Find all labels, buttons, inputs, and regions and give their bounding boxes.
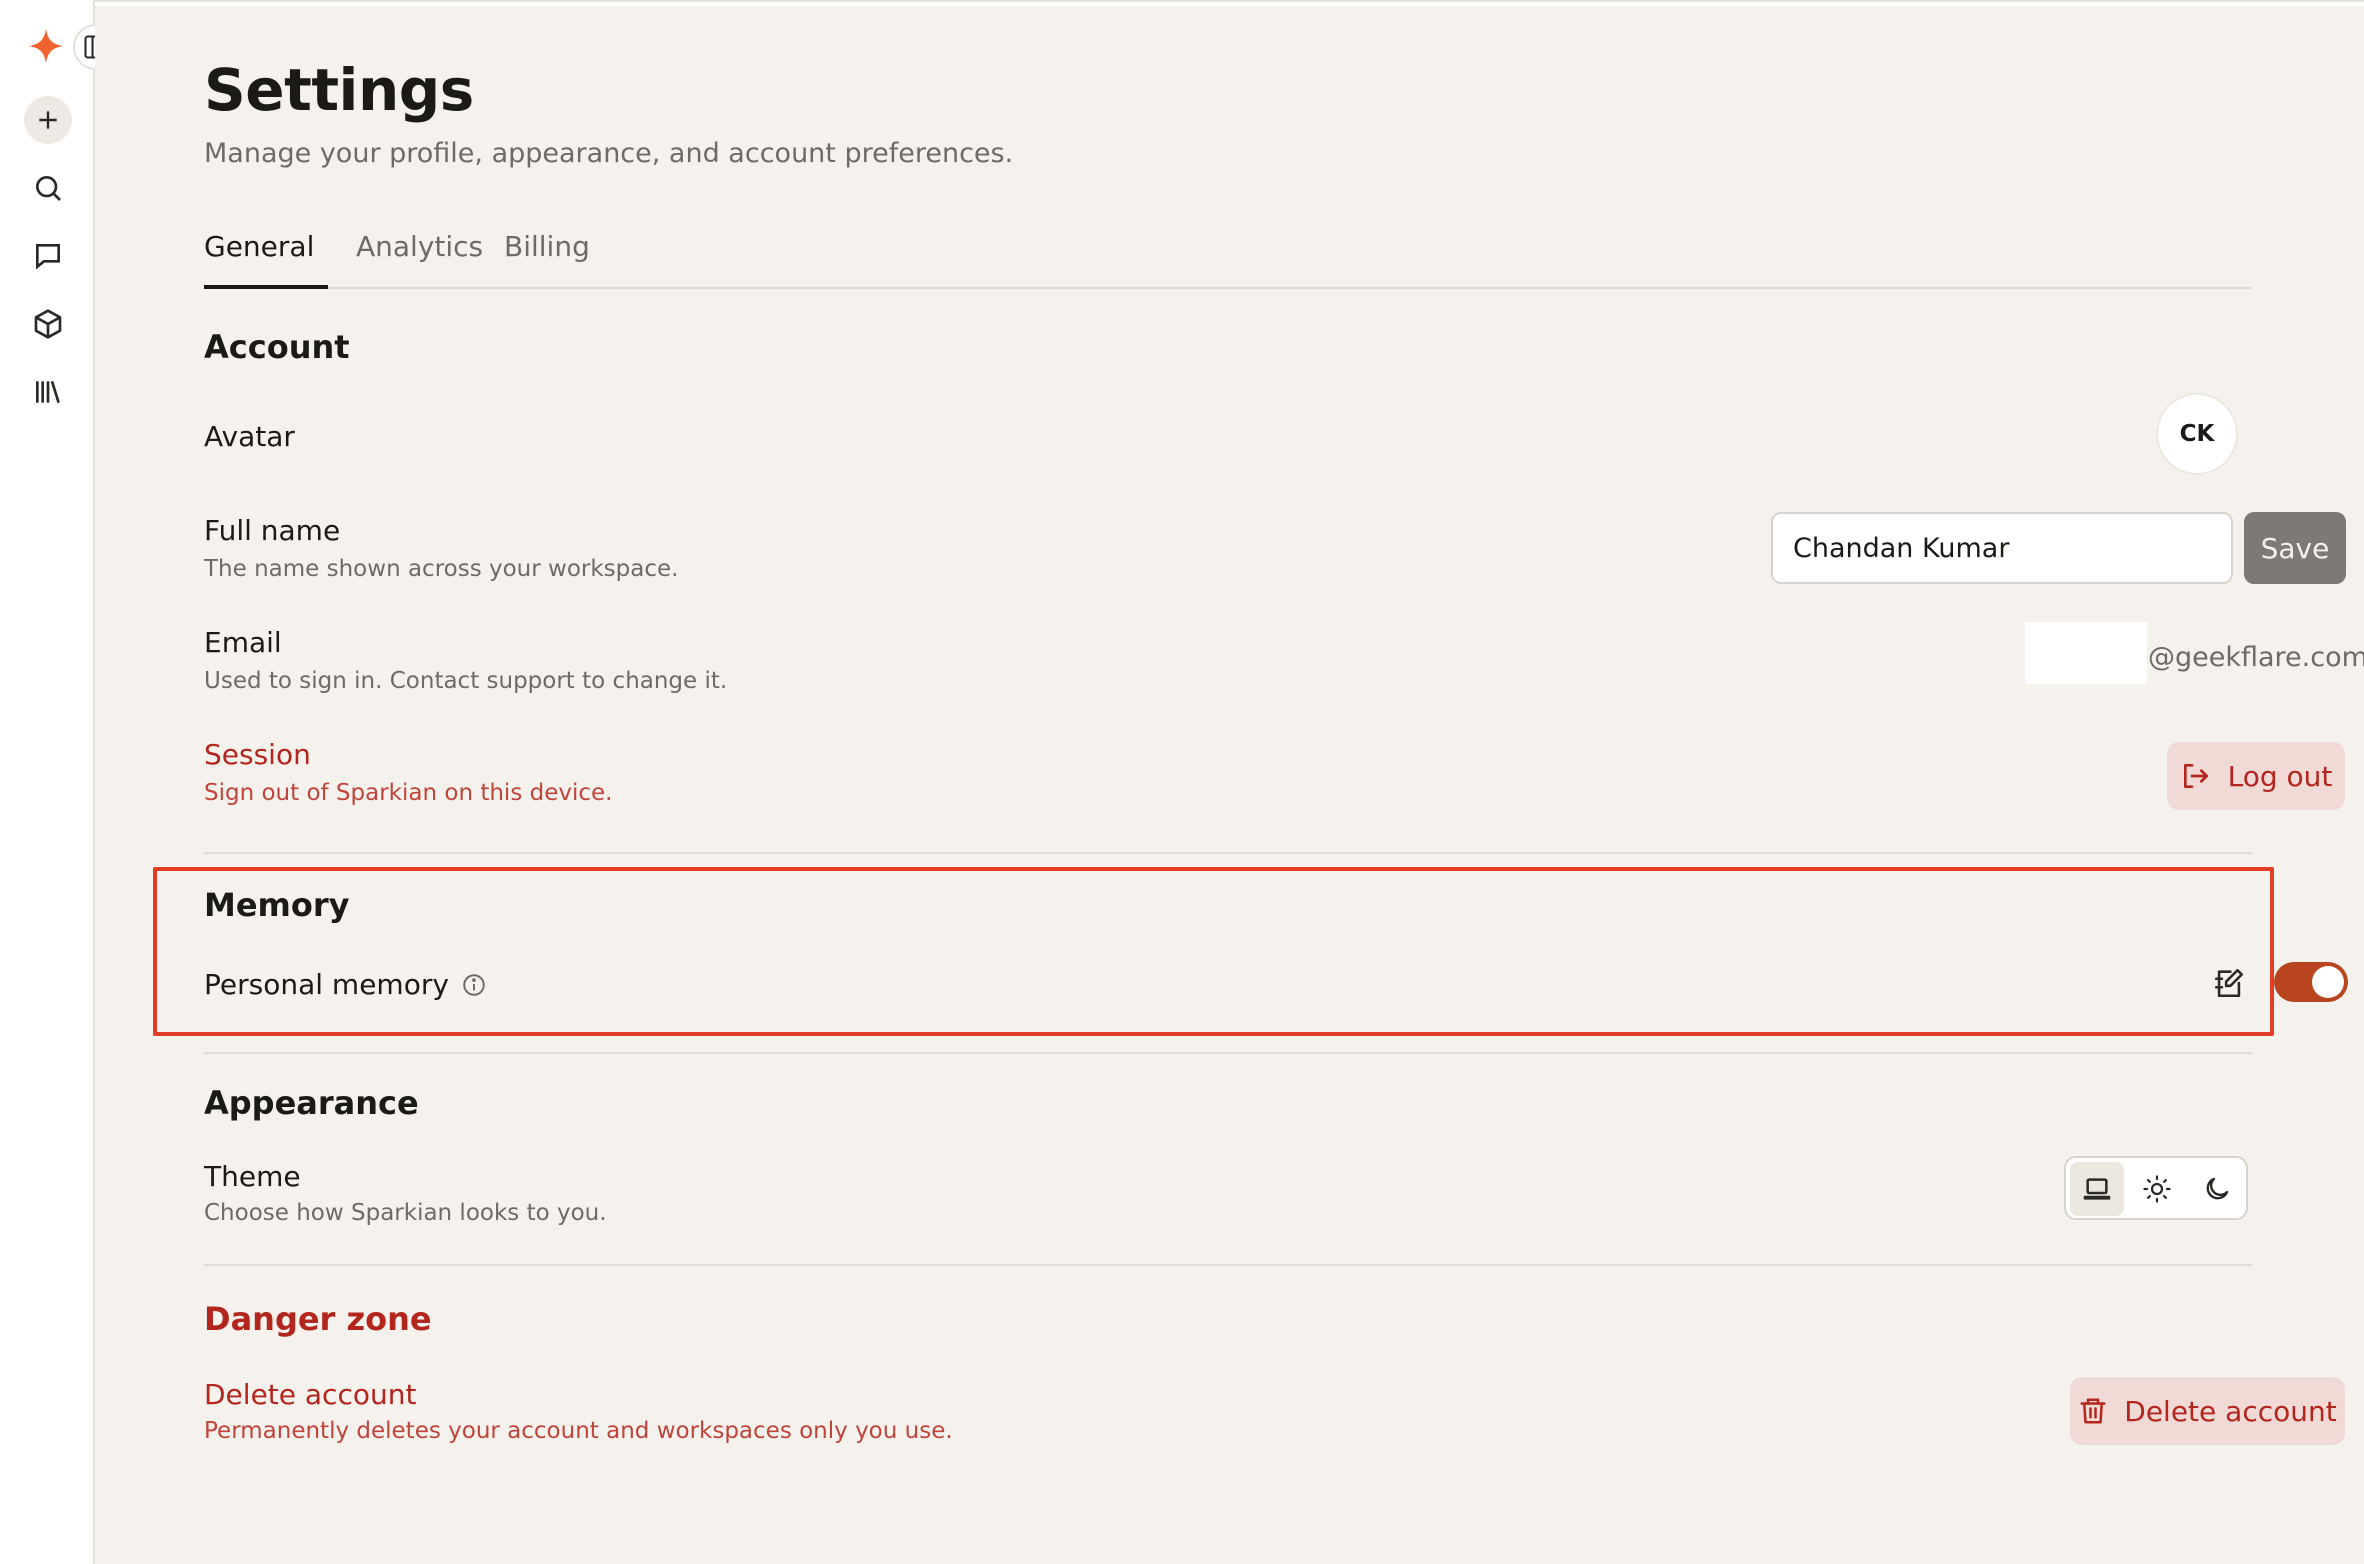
sparkle-logo-icon[interactable] bbox=[26, 26, 66, 66]
log-out-icon bbox=[2183, 764, 2208, 788]
email-description: Used to sign in. Contact support to chan… bbox=[204, 668, 728, 694]
delete-account-button[interactable]: Delete account bbox=[2070, 1377, 2345, 1445]
tab-general[interactable]: General bbox=[204, 230, 314, 263]
projects-icon[interactable] bbox=[28, 304, 68, 344]
email-label: Email bbox=[204, 626, 282, 659]
new-chat-icon[interactable] bbox=[24, 96, 72, 144]
settings-tabs: General Analytics Billing bbox=[204, 216, 2252, 289]
full-name-input[interactable] bbox=[1771, 512, 2233, 584]
theme-description: Choose how Sparkian looks to you. bbox=[204, 1200, 607, 1226]
memory-heading: Memory bbox=[204, 886, 350, 924]
trash-icon bbox=[2080, 1398, 2106, 1424]
page-title: Settings bbox=[204, 56, 474, 124]
theme-light-option[interactable] bbox=[2130, 1162, 2184, 1216]
tab-billing[interactable]: Billing bbox=[504, 230, 590, 263]
sidebar bbox=[0, 0, 119, 1564]
chats-icon[interactable] bbox=[28, 236, 68, 276]
memory-divider bbox=[204, 1052, 2252, 1054]
account-divider bbox=[204, 852, 2252, 854]
info-icon[interactable] bbox=[461, 972, 487, 998]
active-tab-indicator bbox=[204, 285, 328, 289]
delete-account-description: Permanently deletes your account and wor… bbox=[204, 1418, 953, 1444]
save-button[interactable]: Save bbox=[2244, 512, 2346, 584]
theme-selector bbox=[2064, 1156, 2248, 1220]
moon-icon bbox=[2206, 1177, 2229, 1200]
email-value: @geekflare.com bbox=[2148, 642, 2364, 673]
appearance-divider bbox=[204, 1264, 2252, 1266]
theme-dark-option[interactable] bbox=[2190, 1162, 2244, 1216]
avatar-label: Avatar bbox=[204, 420, 295, 453]
toggle-knob bbox=[2312, 966, 2344, 998]
email-redaction bbox=[2025, 622, 2147, 684]
session-label: Session bbox=[204, 738, 311, 771]
page-subtitle: Manage your profile, appearance, and acc… bbox=[204, 138, 1014, 169]
delete-account-label: Delete account bbox=[204, 1378, 417, 1411]
full-name-description: The name shown across your workspace. bbox=[204, 556, 679, 582]
personal-memory-label: Personal memory bbox=[204, 968, 487, 1001]
tab-analytics[interactable]: Analytics bbox=[356, 230, 483, 263]
full-name-label: Full name bbox=[204, 514, 341, 547]
search-icon[interactable] bbox=[28, 168, 68, 208]
log-out-button[interactable]: Log out bbox=[2167, 742, 2345, 810]
account-heading: Account bbox=[204, 328, 350, 366]
session-description: Sign out of Sparkian on this device. bbox=[204, 780, 613, 806]
edit-memory-icon[interactable] bbox=[2210, 964, 2248, 1002]
theme-label: Theme bbox=[204, 1160, 301, 1193]
main-panel: Settings Manage your profile, appearance… bbox=[95, 6, 2364, 1564]
sun-icon bbox=[2143, 1175, 2171, 1203]
danger-zone-heading: Danger zone bbox=[204, 1300, 432, 1338]
personal-memory-text: Personal memory bbox=[204, 968, 449, 1001]
appearance-heading: Appearance bbox=[204, 1084, 419, 1122]
library-icon[interactable] bbox=[28, 372, 68, 412]
avatar[interactable]: CK bbox=[2156, 393, 2238, 475]
delete-account-button-label: Delete account bbox=[2124, 1394, 2337, 1428]
laptop-icon bbox=[2083, 1178, 2111, 1200]
theme-system-option[interactable] bbox=[2070, 1162, 2124, 1216]
personal-memory-toggle[interactable] bbox=[2274, 962, 2348, 1002]
log-out-label: Log out bbox=[2227, 759, 2333, 793]
